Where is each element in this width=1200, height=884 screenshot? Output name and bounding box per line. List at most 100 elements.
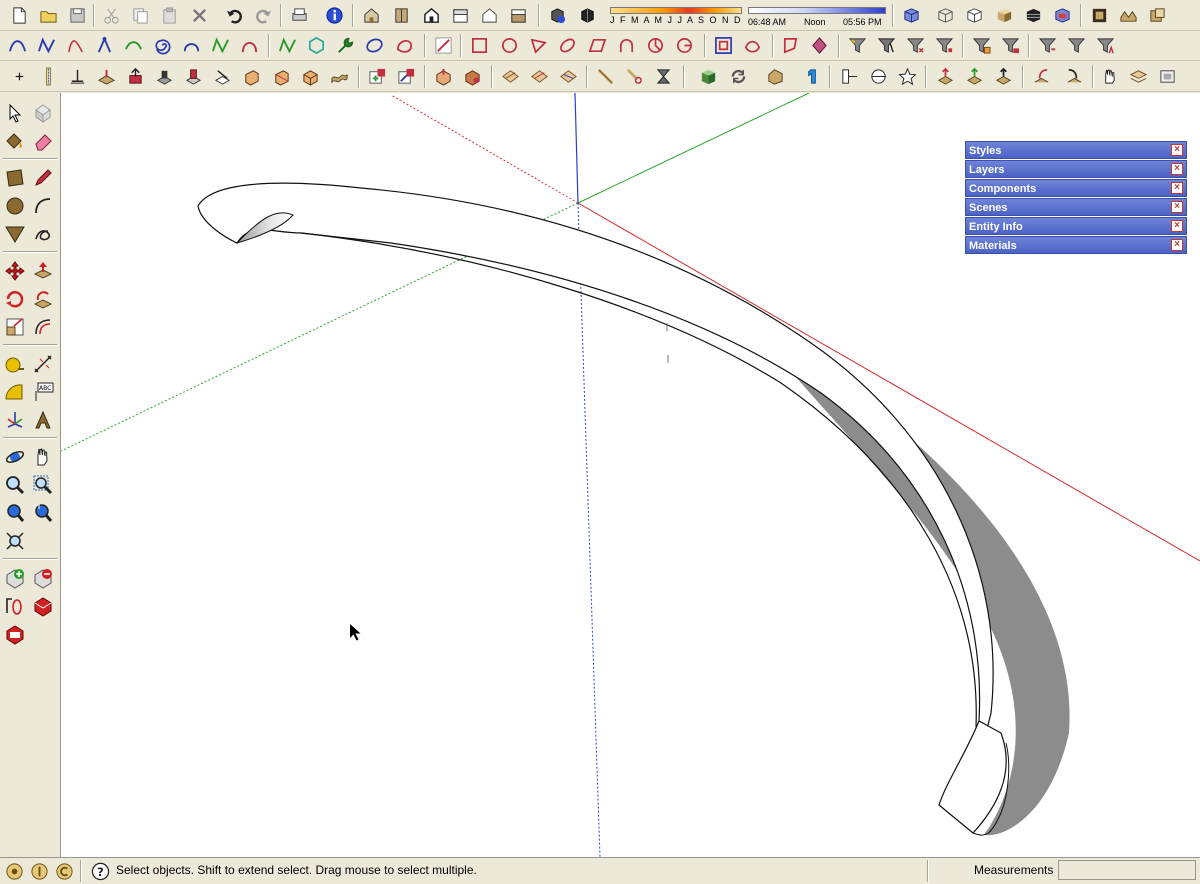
add-detail-icon[interactable] — [432, 65, 455, 88]
circle-icon[interactable] — [498, 34, 521, 57]
rotate-icon[interactable] — [623, 65, 646, 88]
extrude-icon[interactable] — [240, 65, 263, 88]
3d-text-icon[interactable] — [30, 407, 56, 433]
shadow-settings-icon[interactable] — [546, 4, 569, 27]
arc-tool-icon[interactable] — [615, 34, 638, 57]
hidden-line-icon[interactable] — [963, 4, 986, 27]
bend-icon[interactable] — [652, 65, 675, 88]
segment-icon[interactable] — [673, 34, 696, 57]
modeling-viewport[interactable]: Styles × Layers × Components × Scenes × … — [61, 93, 1200, 857]
share-model-icon[interactable] — [2, 621, 28, 647]
shaded-textures-icon[interactable] — [1022, 4, 1045, 27]
month-slider[interactable] — [610, 7, 742, 14]
arc-tool-icon[interactable] — [30, 193, 56, 219]
right-view-icon[interactable] — [449, 4, 472, 27]
close-icon[interactable]: × — [1171, 163, 1183, 175]
photo-textures-icon[interactable] — [30, 593, 56, 619]
filter2-icon[interactable] — [875, 34, 898, 57]
spiral-icon[interactable] — [151, 34, 174, 57]
back-view-icon[interactable] — [478, 4, 501, 27]
loft-icon[interactable] — [270, 65, 293, 88]
gem-icon[interactable] — [808, 34, 831, 57]
tray-materials[interactable]: Materials × — [965, 236, 1187, 254]
rectangle-icon[interactable] — [468, 34, 491, 57]
tray-components[interactable]: Components × — [965, 179, 1187, 197]
fold-shape-icon[interactable] — [764, 65, 787, 88]
sandbox-grid-icon[interactable] — [299, 65, 322, 88]
open-folder-icon[interactable] — [37, 4, 60, 27]
move-icon[interactable] — [2, 258, 28, 284]
toggle-terrain-icon[interactable] — [2, 593, 28, 619]
text-tool-icon[interactable]: ABC — [30, 379, 56, 405]
photo-texture-icon[interactable] — [1088, 4, 1111, 27]
position-camera-icon[interactable] — [2, 528, 28, 554]
help-icon[interactable]: ? — [91, 862, 110, 881]
undo-icon[interactable] — [223, 4, 246, 27]
monochrome-icon[interactable] — [1051, 4, 1074, 27]
pan-icon[interactable] — [30, 444, 56, 470]
close-icon[interactable]: × — [1171, 220, 1183, 232]
filter-text-icon[interactable] — [1094, 34, 1117, 57]
protractor-icon[interactable] — [2, 379, 28, 405]
user-icon[interactable] — [55, 862, 74, 881]
curve-edit-icon[interactable] — [741, 34, 764, 57]
paint-bucket-icon[interactable] — [2, 128, 28, 154]
front-view-icon[interactable] — [420, 4, 443, 27]
freehand-tool-icon[interactable] — [30, 221, 56, 247]
wireframe-icon[interactable] — [934, 4, 957, 27]
paste-icon[interactable] — [158, 4, 181, 27]
save-icon[interactable] — [66, 4, 89, 27]
time-slider[interactable] — [748, 7, 886, 14]
redo-icon[interactable] — [252, 4, 275, 27]
shape-icon[interactable] — [393, 34, 416, 57]
select-arrow-icon[interactable] — [2, 100, 28, 126]
triangle-icon[interactable] — [527, 34, 550, 57]
cube-icon[interactable] — [697, 65, 720, 88]
copy-icon[interactable] — [129, 4, 152, 27]
label-av-icon[interactable] — [963, 65, 986, 88]
add-location-icon[interactable] — [2, 565, 28, 591]
measurements-input[interactable] — [1058, 860, 1196, 880]
pie-icon[interactable] — [644, 34, 667, 57]
make-component-icon[interactable] — [30, 100, 56, 126]
print-icon[interactable] — [288, 4, 311, 27]
zoom-extents-icon[interactable] — [2, 500, 28, 526]
filter5-icon[interactable] — [970, 34, 993, 57]
follow-icon[interactable] — [153, 65, 176, 88]
previous-view-icon[interactable] — [30, 500, 56, 526]
arrow-up-icon[interactable] — [1030, 65, 1053, 88]
arrow-up2-icon[interactable] — [1063, 65, 1086, 88]
fold-icon[interactable] — [211, 65, 234, 88]
tray-layers[interactable]: Layers × — [965, 160, 1187, 178]
guide-icon[interactable] — [37, 65, 60, 88]
filter-icon[interactable] — [846, 34, 869, 57]
section-cut-icon[interactable] — [867, 65, 890, 88]
skin-icon[interactable] — [499, 65, 522, 88]
rectangle-tool-icon[interactable] — [2, 165, 28, 191]
axes-tool-icon[interactable] — [2, 407, 28, 433]
filter6-icon[interactable] — [999, 34, 1022, 57]
sandbox-icon[interactable] — [1117, 4, 1140, 27]
curve-icon[interactable] — [209, 34, 232, 57]
shaded-icon[interactable] — [993, 4, 1016, 27]
filter3-icon[interactable] — [904, 34, 927, 57]
follow-me-icon[interactable] — [30, 286, 56, 312]
polyline-icon[interactable] — [64, 34, 87, 57]
remove-location-icon[interactable] — [30, 565, 56, 591]
drape-icon[interactable] — [395, 65, 418, 88]
display-shadows-icon[interactable] — [576, 4, 599, 27]
filter7-icon[interactable] — [1036, 34, 1059, 57]
xray-icon[interactable] — [900, 4, 923, 27]
stamp-icon[interactable] — [366, 65, 389, 88]
label-n-icon[interactable] — [992, 65, 1015, 88]
arc2-icon[interactable] — [180, 34, 203, 57]
component-browse-icon[interactable] — [1146, 4, 1169, 27]
left-view-icon[interactable] — [507, 4, 530, 27]
close-icon[interactable]: × — [1171, 144, 1183, 156]
section-icon[interactable] — [95, 65, 118, 88]
tray-scenes[interactable]: Scenes × — [965, 198, 1187, 216]
offset-tool-icon[interactable] — [30, 314, 56, 340]
rotate-tool-icon[interactable] — [2, 286, 28, 312]
polygon-icon[interactable] — [305, 34, 328, 57]
freehand-icon[interactable] — [35, 34, 58, 57]
